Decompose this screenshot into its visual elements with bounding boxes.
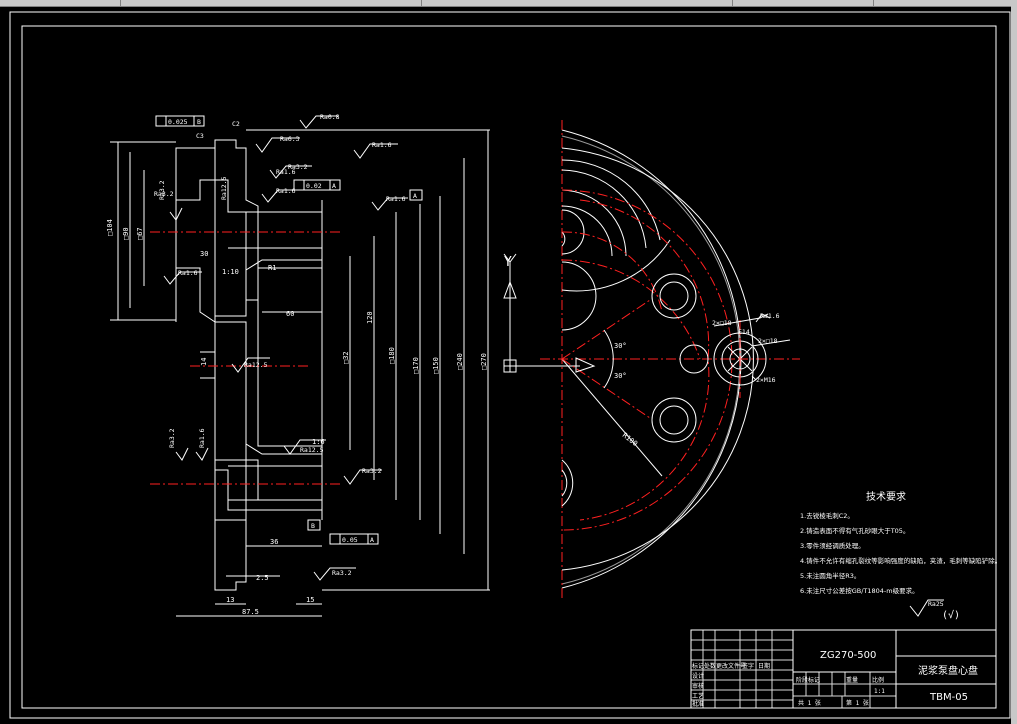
front-view: 30° 30° R100 2×□18 Ra1.6 E14 2×□18 2×M16: [540, 120, 800, 598]
dim-r1: R1: [268, 264, 276, 272]
dim-87-5: 87.5: [242, 608, 259, 616]
ra-c: Ra1.6: [372, 141, 392, 149]
dim-120: 120: [366, 311, 374, 324]
ra-a: Ra0.8: [320, 113, 340, 121]
tb-sign: 签字: [742, 662, 754, 670]
tb-design: 设计: [692, 672, 704, 680]
dim-30deg-b: 30°: [614, 372, 627, 380]
dim-67: □67: [136, 227, 144, 240]
dim-32: □32: [342, 351, 350, 364]
tb-stage: 阶段标记: [796, 676, 820, 684]
roughness-paren: (√): [942, 609, 960, 621]
part-code: ZG270-500: [820, 650, 876, 661]
roughness-rest: Ra25: [928, 600, 944, 608]
ra-m: Ra3.2: [168, 428, 176, 448]
tech-title: 技术要求: [866, 490, 906, 503]
title-block: 标记 处数 更改文件号 签字 日期 设计 审核 工艺 批准 阶段标记 重量 比例…: [690, 629, 997, 709]
ra-p: Ra1.6: [276, 168, 296, 176]
dim-2-5: 2.5: [256, 574, 269, 582]
tb-ratio: 比例: [872, 676, 884, 684]
tb-count: 处数: [704, 662, 716, 670]
tb-sheet-of: 第 1 张: [846, 699, 869, 707]
cad-drawing[interactable]: □104 □90 □67 30 1:10 60 □32 120 □180 □17…: [0, 0, 1011, 724]
chamfer-c2: C2: [232, 120, 240, 128]
ra-n: Ra1.6: [198, 428, 206, 448]
tech-requirements: 技术要求 1.去锐棱毛刺C2。 2.铸造表面不得有气孔砂眼大于T05。 3.零件…: [800, 490, 1001, 621]
tech-note-1: 1.去锐棱毛刺C2。: [800, 511, 854, 520]
dim-1-6: 1:6: [312, 438, 325, 446]
drawing-number: TBM-05: [929, 692, 968, 703]
dim-270: □270: [480, 353, 488, 370]
dim-90: □90: [122, 227, 130, 240]
ra-k: Ra3.2: [362, 467, 382, 475]
tech-note-6: 6.未注尺寸公差按GB/T1804-m级要求。: [800, 586, 919, 595]
scrollbar[interactable]: [1011, 6, 1017, 724]
dim-hole-a: 2×□18: [712, 319, 732, 327]
tb-mark: 标记: [692, 662, 704, 670]
dim-taper: 1:10: [222, 268, 239, 276]
tech-note-5: 5.未注圆角半径R3。: [800, 571, 860, 580]
dim-15: 15: [306, 596, 314, 604]
ra-h: Ra1.6: [178, 269, 198, 277]
section-view: □104 □90 □67 30 1:10 60 □32 120 □180 □17…: [106, 113, 490, 617]
tol-perp-ref: B: [197, 118, 201, 126]
tol-perp: 0.025: [168, 118, 188, 126]
dim-170: □170: [412, 357, 420, 374]
tol-par-ref: A: [370, 536, 374, 544]
chamfer-c3: C3: [196, 132, 204, 140]
dim-240: □240: [456, 353, 464, 370]
dim-e14: E14: [738, 328, 750, 336]
dim-30: 30: [200, 250, 208, 258]
dim-60: 60: [286, 310, 294, 318]
dim-36: 36: [270, 538, 278, 546]
tol-runout-ref: A: [332, 182, 336, 190]
tb-weight: 重量: [846, 676, 858, 684]
tech-note-2: 2.铸造表面不得有气孔砂眼大于T05。: [800, 526, 909, 535]
ra-b: Ra6.3: [280, 135, 300, 143]
axis-label: Y: [504, 255, 512, 270]
dim-13: 13: [226, 596, 234, 604]
inner-frame: [21, 25, 997, 709]
tech-note-3: 3.零件须经调质处理。: [800, 541, 865, 550]
tech-note-4: 4.铸件不允许有缩孔裂纹等影响强度的缺陷，夹渣，毛刺等缺陷铲除。: [800, 556, 1001, 565]
tb-process: 工艺: [692, 692, 704, 700]
datum-b: B: [311, 522, 315, 530]
tb-scale: 1:1: [874, 688, 885, 695]
ra-l: Ra3.2: [332, 569, 352, 577]
tb-date: 日期: [758, 662, 770, 670]
ra-f: Ra1.6: [386, 195, 406, 203]
tb-sheet: 共 1 张: [798, 699, 821, 707]
dim-m16: 2×M16: [756, 376, 776, 384]
ra-i: Ra12.5: [244, 361, 268, 369]
ra-q: Ra12.5: [300, 446, 324, 454]
dim-14: 14: [200, 358, 208, 366]
dim-150: □150: [432, 357, 440, 374]
ra-hole: Ra1.6: [760, 312, 780, 320]
tb-approve: 批准: [692, 700, 704, 708]
ra-e: Ra1.6: [276, 187, 296, 195]
ra-j: Ra12.5: [220, 176, 228, 200]
datum-a: A: [413, 192, 417, 200]
ra-o: Ra3.2: [154, 190, 174, 198]
tol-par: 0.05: [342, 536, 358, 544]
dim-180: □180: [388, 347, 396, 364]
dim-30deg-a: 30°: [614, 342, 627, 350]
part-name: 泥浆泵盘心盘: [918, 664, 978, 677]
tb-check: 审核: [692, 682, 704, 690]
tol-runout: 0.02: [306, 182, 322, 190]
dim-104: □104: [106, 219, 114, 236]
